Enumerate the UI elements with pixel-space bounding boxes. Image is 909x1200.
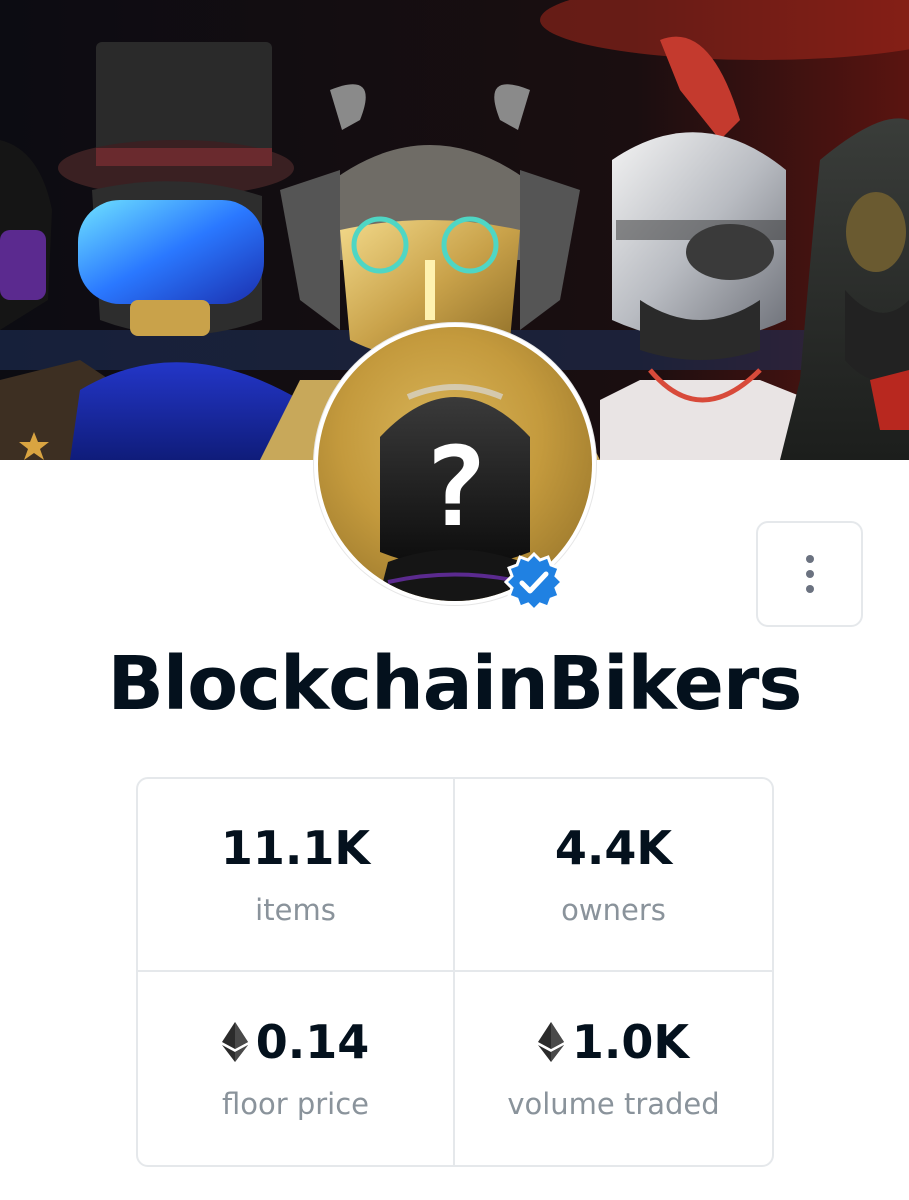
verified-badge	[503, 551, 565, 613]
avatar-question-mark: ?	[422, 423, 488, 551]
collection-title: BlockchainBikers	[107, 641, 803, 727]
stat-value: 0.14	[221, 1012, 370, 1072]
stat-label: items	[255, 892, 336, 927]
more-options-button[interactable]	[756, 521, 863, 627]
more-vertical-icon-dot	[805, 555, 814, 563]
more-vertical-icon-dot	[805, 585, 814, 593]
stat-value: 11.1K	[221, 818, 370, 878]
stat-value-text: 4.4K	[554, 820, 673, 875]
stat-label: floor price	[221, 1086, 370, 1121]
stat-value-text: 1.0K	[571, 1014, 690, 1069]
stat-value-text: 11.1K	[220, 820, 371, 875]
stat-label: owners	[561, 892, 666, 927]
stat-value: 4.4K	[555, 818, 672, 878]
stat-volume-traded[interactable]: 1.0K volume traded	[455, 972, 772, 1165]
verified-check-icon	[503, 551, 565, 613]
stat-value-text: 0.14	[255, 1014, 370, 1069]
ethereum-icon	[221, 1021, 248, 1062]
collection-stats: 11.1K items 4.4K owners 0.14 floor price	[136, 777, 774, 1167]
stat-owners[interactable]: 4.4K owners	[455, 779, 772, 972]
stat-label: volume traded	[507, 1086, 720, 1121]
stat-items[interactable]: 11.1K items	[138, 779, 455, 972]
stat-floor-price[interactable]: 0.14 floor price	[138, 972, 455, 1165]
stat-value: 1.0K	[537, 1012, 690, 1072]
ethereum-icon	[537, 1021, 564, 1062]
more-vertical-icon-dot	[805, 570, 814, 578]
